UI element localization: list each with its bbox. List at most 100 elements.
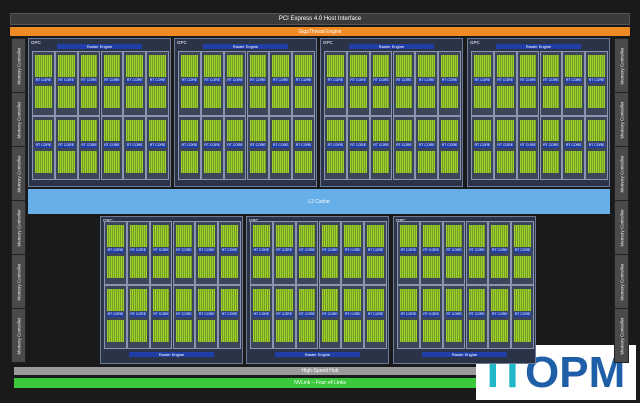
gpc-block: GPCRaster EngineRT CORERT CORERT CORERT … <box>28 38 171 187</box>
tpc-block: RT CORE <box>392 51 416 116</box>
tpc-block: RT CORE <box>272 221 296 285</box>
rt-core: RT CORE <box>149 78 166 84</box>
sm-cores <box>395 150 413 173</box>
memory-controller-label: Memory Controller <box>619 316 624 355</box>
sm-cores <box>152 256 170 278</box>
memory-controller-label: Memory Controller <box>619 154 624 193</box>
sm-cores <box>565 86 583 109</box>
tpc-block: RT CORE <box>562 51 586 116</box>
tpc-block: RT CORE <box>77 115 101 180</box>
tpc-block: RT CORE <box>493 115 517 180</box>
tpc-block: RT CORE <box>539 51 563 116</box>
sm-cores <box>321 320 339 342</box>
memory-controller-label: Memory Controller <box>16 208 21 247</box>
gpc-label: GPC <box>31 40 41 45</box>
rt-core: RT CORE <box>203 78 221 84</box>
tpc-block: RT CORE <box>178 51 201 116</box>
sm-cores <box>35 150 52 173</box>
raster-engine: Raster Engine <box>496 44 581 49</box>
rt-core: RT CORE <box>588 142 605 148</box>
tpc-block: RT CORE <box>318 285 342 349</box>
rt-core: RT CORE <box>395 78 413 84</box>
sm-cores <box>400 320 417 342</box>
sm-cores <box>272 86 290 109</box>
sm-cores <box>491 225 509 247</box>
rt-core: RT CORE <box>129 248 147 254</box>
sm-cores <box>422 225 440 247</box>
tpc-block: RT CORE <box>32 115 55 180</box>
sm-cores <box>400 289 417 311</box>
rt-core: RT CORE <box>349 78 367 84</box>
tpc-block: RT CORE <box>250 285 273 349</box>
tpc-block: RT CORE <box>123 51 147 116</box>
tpc-block: RT CORE <box>195 285 219 349</box>
sm-cores <box>221 320 238 342</box>
sm-cores <box>80 150 98 173</box>
sm-cores <box>295 150 312 173</box>
gigathread-engine: GigaThread Engine <box>10 27 630 36</box>
sm-cores <box>327 119 344 142</box>
sm-cores <box>445 289 463 311</box>
tpc-block: RT CORE <box>178 115 201 180</box>
sm-cores <box>107 225 124 247</box>
rt-core: RT CORE <box>107 248 124 254</box>
gpc-block: GPCRaster EngineRT CORERT CORERT CORERT … <box>320 38 463 187</box>
pcie-label: PCI Express 4.0 Host Interface <box>278 16 362 22</box>
rt-core: RT CORE <box>519 142 537 148</box>
rt-core: RT CORE <box>298 248 316 254</box>
rt-core: RT CORE <box>80 78 98 84</box>
rt-core: RT CORE <box>272 142 290 148</box>
rt-core: RT CORE <box>321 248 339 254</box>
sm-cores <box>327 150 344 173</box>
sm-cores <box>565 119 583 142</box>
sm-cores <box>175 320 193 342</box>
tpc-block: RT CORE <box>54 51 78 116</box>
rt-core: RT CORE <box>253 312 270 318</box>
tpc-block: RT CORE <box>438 51 461 116</box>
sm-cores <box>588 119 605 142</box>
tpc-block: RT CORE <box>516 51 540 116</box>
rt-core: RT CORE <box>474 142 491 148</box>
sm-cores <box>249 55 267 77</box>
sm-cores <box>253 320 270 342</box>
raster-engine: Raster Engine <box>203 44 288 49</box>
sm-cores <box>496 119 514 142</box>
sm-cores <box>474 119 491 142</box>
sm-cores <box>321 225 339 247</box>
tpc-block: RT CORE <box>200 115 224 180</box>
sm-cores <box>253 256 270 278</box>
sm-cores <box>491 256 509 278</box>
sm-cores <box>275 320 293 342</box>
sm-cores <box>226 86 244 109</box>
sm-cores <box>198 320 216 342</box>
rt-core: RT CORE <box>272 78 290 84</box>
sm-cores <box>226 119 244 142</box>
sm-cores <box>126 150 144 173</box>
rt-core: RT CORE <box>203 142 221 148</box>
tpc-block: RT CORE <box>172 221 196 285</box>
tpc-block: RT CORE <box>32 51 55 116</box>
tpc-block: RT CORE <box>465 221 489 285</box>
sm-cores <box>372 150 390 173</box>
tpc-block: RT CORE <box>246 115 270 180</box>
sm-cores <box>253 225 270 247</box>
rt-core: RT CORE <box>126 142 144 148</box>
pcie-host-interface: PCI Express 4.0 Host Interface <box>10 13 630 25</box>
sm-cores <box>149 150 166 173</box>
rt-core: RT CORE <box>327 142 344 148</box>
tpc-block: RT CORE <box>250 221 273 285</box>
sm-cores <box>542 150 560 173</box>
rt-core: RT CORE <box>542 78 560 84</box>
gpc-block: GPCRaster EngineRT CORERT CORERT CORERT … <box>100 216 243 364</box>
memory-controller: Memory Controller <box>614 38 629 93</box>
rt-core: RT CORE <box>344 248 362 254</box>
sm-cores <box>422 289 440 311</box>
tpc-block: RT CORE <box>438 115 461 180</box>
rt-core: RT CORE <box>496 78 514 84</box>
sm-cores <box>418 55 436 77</box>
sm-cores <box>349 150 367 173</box>
tpc-block: RT CORE <box>126 285 150 349</box>
raster-engine: Raster Engine <box>57 44 142 49</box>
memory-controller-label: Memory Controller <box>16 262 21 301</box>
sm-cores <box>175 256 193 278</box>
